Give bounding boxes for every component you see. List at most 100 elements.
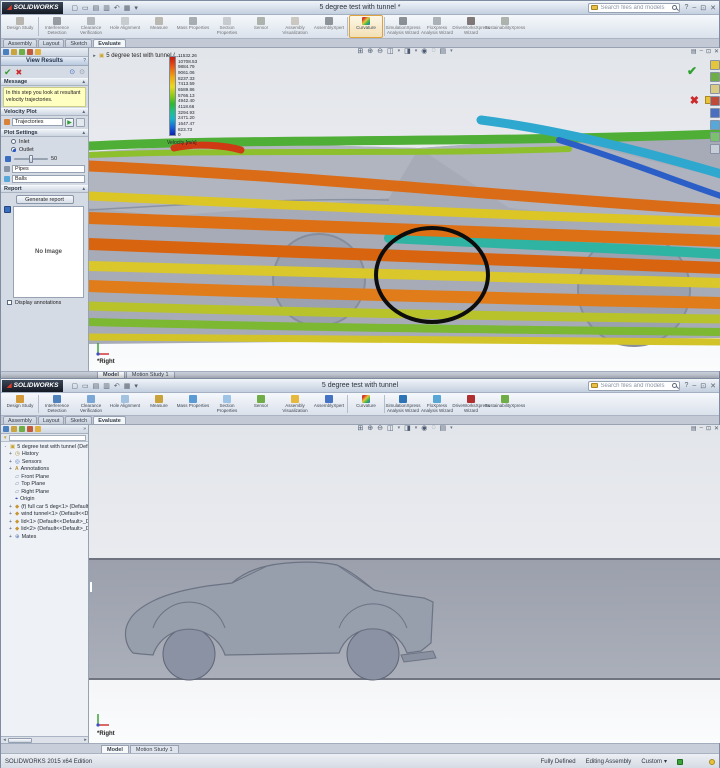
search-input[interactable] — [600, 5, 670, 11]
assemblyxpert-button[interactable]: AssemblyXpert — [312, 15, 346, 38]
zoom-fit-icon[interactable]: ⊞ — [357, 48, 363, 55]
slider-thumb[interactable] — [29, 155, 33, 163]
zoom-out-icon[interactable]: ⊖ — [377, 425, 383, 432]
rebuild-icon[interactable]: ▦ — [124, 382, 131, 390]
driveworksxpress-button[interactable]: DriveWorksXpress Wizard — [454, 393, 488, 415]
ok-check-icon[interactable]: ✔ — [4, 67, 12, 78]
tree-item-history[interactable]: + ◷ History — [1, 451, 88, 459]
open-document-icon[interactable]: ▭ — [82, 4, 89, 12]
tree-item-annotations[interactable]: + A Annotations — [1, 466, 88, 474]
expand-icon[interactable]: ▸ — [92, 53, 97, 59]
floxpress-button[interactable]: FloXpress Analysis Wizard — [420, 393, 454, 415]
dropdown-icon[interactable]: ▾ — [398, 48, 401, 54]
next-step-icon[interactable]: ⊙ — [69, 68, 75, 76]
trajectories-value[interactable]: Trajectories — [12, 118, 63, 126]
pm-help-icon[interactable]: ? — [83, 58, 86, 64]
section-view-icon[interactable]: ◫ — [387, 425, 394, 432]
report-group-header[interactable]: Report ▴ — [1, 185, 88, 193]
simulationxpress-button[interactable]: SimulationXpress Analysis Wizard — [386, 393, 420, 415]
dropdown-icon[interactable]: ▾ — [398, 425, 401, 431]
scrollbar-thumb[interactable] — [8, 738, 32, 743]
doc-close-icon[interactable]: ✕ — [714, 425, 719, 432]
flow-tool-icon[interactable] — [710, 144, 720, 154]
help-icon[interactable]: ? — [684, 382, 688, 389]
tree-item-full-car[interactable]: + ◆ (f) full car 5 deg<1> (Default<_Disp — [1, 503, 88, 511]
tree-item-front-plane[interactable]: ▱ Front Plane — [1, 473, 88, 481]
doc-minimize-icon[interactable]: – — [700, 425, 703, 432]
balls-option[interactable]: Balls — [12, 175, 85, 183]
play-button[interactable]: ▶ — [65, 118, 74, 127]
save-icon[interactable]: ▤ — [93, 4, 100, 12]
search-box[interactable] — [588, 3, 680, 13]
pin-icon[interactable]: ⊙ — [79, 68, 85, 76]
doc-minimize-icon[interactable]: – — [700, 48, 703, 55]
doc-restore-icon[interactable]: ⊡ — [706, 48, 711, 55]
display-annotations-checkbox[interactable] — [7, 300, 12, 305]
dropdown-icon[interactable]: ▾ — [415, 425, 418, 431]
assembly-visualization-button[interactable]: Assembly Visualization — [278, 393, 312, 415]
tree-horizontal-scrollbar[interactable]: ◂ ▸ — [1, 736, 89, 743]
displaymanager-tab-icon[interactable] — [35, 426, 41, 432]
sensor-button[interactable]: Sensor — [244, 393, 278, 415]
search-scope-icon[interactable] — [591, 383, 598, 388]
interference-detection-button[interactable]: Interference Detection — [40, 15, 74, 38]
message-group-header[interactable]: Message ▴ — [1, 78, 88, 86]
outlet-radio[interactable] — [11, 147, 16, 152]
assembly-visualization-button[interactable]: Assembly Visualization — [278, 15, 312, 38]
stop-button[interactable] — [76, 118, 85, 127]
zoom-fit-icon[interactable]: ⊞ — [357, 425, 363, 432]
expand-icon[interactable]: + — [8, 534, 13, 540]
hide-show-icon[interactable]: ◉ — [421, 425, 427, 432]
measure-button[interactable]: Measure — [142, 393, 176, 415]
measure-button[interactable]: Measure — [142, 15, 176, 38]
confirmation-cancel-icon[interactable]: ✖ — [690, 94, 699, 107]
driveworksxpress-button[interactable]: DriveWorksXpress Wizard — [454, 15, 488, 38]
velocity-plot-group-header[interactable]: Velocity Plot ▴ — [1, 108, 88, 116]
scene-icon[interactable]: ▤ — [440, 425, 447, 432]
expand-icon[interactable]: - — [3, 444, 8, 450]
undo-icon[interactable]: ↶ — [114, 382, 120, 390]
viewport-tree-overlay[interactable]: ▸ ▣ 5 degree test with tunnel (... — [92, 53, 180, 59]
expand-icon[interactable]: + — [8, 451, 13, 457]
tree-item-lid-2[interactable]: + ◆ lid<2> (Default<<Default>_Displa — [1, 526, 88, 534]
close-icon[interactable]: ✕ — [710, 382, 716, 390]
save-icon[interactable]: ▤ — [93, 382, 100, 390]
motion-study-tab[interactable]: Motion Study 1 — [126, 371, 175, 378]
status-quick-tips-icon[interactable] — [709, 759, 715, 765]
minimize-icon[interactable]: – — [692, 4, 696, 11]
confirmation-accept-icon[interactable]: ✔ — [687, 64, 697, 78]
trajectory-count-slider[interactable] — [14, 158, 48, 160]
mass-properties-button[interactable]: Mass Properties — [176, 393, 210, 415]
expand-icon[interactable]: + — [8, 459, 13, 465]
motion-study-tab[interactable]: Motion Study 1 — [130, 745, 179, 753]
tab-assembly[interactable]: Assembly — [3, 416, 37, 424]
assemblyxpert-button[interactable]: AssemblyXpert — [312, 393, 346, 415]
new-document-icon[interactable]: ▢ — [71, 382, 78, 390]
section-view-icon[interactable]: ◫ — [387, 48, 394, 55]
configuration-selector[interactable]: Custom ▾ — [641, 758, 667, 765]
flow-tool-icon[interactable] — [710, 96, 720, 106]
zoom-in-icon[interactable]: ⊕ — [367, 48, 373, 55]
search-input[interactable] — [600, 383, 670, 389]
configurationmanager-tab-icon[interactable] — [19, 49, 25, 55]
pipes-option[interactable]: Pipes — [12, 165, 85, 173]
close-icon[interactable]: ✕ — [710, 4, 716, 12]
undo-icon[interactable]: ↶ — [114, 4, 120, 12]
tree-item-assembly-root[interactable]: - ▣ 5 degree test with tunnel (Default<D… — [1, 443, 88, 451]
clearance-verification-button[interactable]: Clearance Verification — [74, 393, 108, 415]
hole-alignment-button[interactable]: Hole Alignment — [108, 15, 142, 38]
configurationmanager-tab-icon[interactable] — [19, 426, 25, 432]
dropdown-icon[interactable]: ▾ — [450, 48, 453, 54]
panel-overflow-icon[interactable]: » — [83, 426, 86, 432]
expand-icon[interactable]: + — [8, 519, 13, 525]
zoom-in-icon[interactable]: ⊕ — [367, 425, 373, 432]
tree-item-sensors[interactable]: + ◎ Sensors — [1, 458, 88, 466]
tree-filter-input[interactable] — [9, 435, 86, 441]
hole-alignment-button[interactable]: Hole Alignment — [108, 393, 142, 415]
plot-settings-group-header[interactable]: Plot Settings ▴ — [1, 129, 88, 137]
tree-item-top-plane[interactable]: ▱ Top Plane — [1, 481, 88, 489]
floxpress-button[interactable]: FloXpress Analysis Wizard — [420, 15, 454, 38]
sustainabilityxpress-button[interactable]: SustainabilityXpress — [488, 15, 522, 38]
tab-sketch[interactable]: Sketch — [65, 39, 92, 47]
search-icon[interactable] — [672, 383, 677, 388]
